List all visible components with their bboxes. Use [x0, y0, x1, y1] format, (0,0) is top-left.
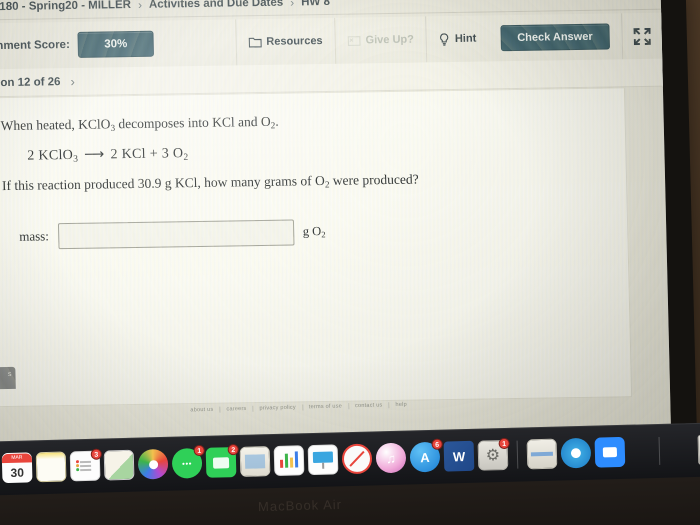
check-answer-button[interactable]: Check Answer [499, 23, 610, 52]
q-line3-pre: If this reaction produced 30.9 g KCl, ho… [1, 173, 325, 194]
calendar-day: 30 [10, 465, 25, 480]
eq-lhs-formula: KClO [38, 147, 74, 164]
footer-link-careers[interactable]: careers [220, 405, 254, 413]
dock-icon-photos[interactable] [137, 448, 169, 480]
footer-link-terms[interactable]: terms of use [302, 403, 350, 411]
eq-rhs2-sub: 2 [183, 152, 189, 163]
give-up-label: Give Up? [365, 33, 415, 47]
answer-unit: g O2 [303, 224, 326, 240]
answer-unit-pre: g O [302, 224, 322, 239]
mass-label: mass: [19, 228, 50, 244]
dock-icon-microsoft-word[interactable] [443, 440, 475, 472]
dock-icon-itunes[interactable] [375, 442, 407, 474]
eq-lhs-coeff: 2 [27, 148, 35, 164]
question-card: When heated, KClO 3 decomposes into KCl a… [0, 87, 633, 408]
resources-button[interactable]: Resources [234, 17, 336, 66]
dock-separator [658, 436, 661, 465]
messages-badge: 1 [193, 444, 205, 457]
dock-icon-reminders[interactable]: 3 [69, 448, 102, 482]
keynote-stand-glyph [322, 462, 325, 469]
assignment-score-label: signment Score: [0, 38, 70, 53]
dock-icon-do-not-disturb[interactable] [341, 443, 373, 475]
mass-input[interactable] [57, 219, 295, 250]
resources-label: Resources [266, 35, 323, 48]
question-toolbar: Resources Give Up? Hint Check Answer [234, 12, 663, 66]
expand-button[interactable] [621, 12, 663, 60]
dock-icon-chrome[interactable] [560, 437, 592, 469]
next-question-chevron-icon[interactable]: › [70, 74, 75, 89]
q-line3-post: were produced? [329, 171, 419, 188]
hint-label: Hint [454, 32, 477, 45]
dock-icon-mail[interactable] [239, 446, 271, 477]
give-up-button: Give Up? [334, 16, 427, 64]
eq-rhs2-formula: O [172, 146, 184, 162]
check-answer-wrap: Check Answer [488, 13, 622, 61]
dock-icon-system-preferences[interactable]: 1 [477, 437, 510, 471]
facetime-badge: 2 [227, 443, 239, 456]
q-line1-pre: When heated, KClO [0, 116, 111, 134]
dock-icon-keynote[interactable] [307, 444, 339, 476]
dock-icon-messages[interactable]: 1 [171, 444, 205, 479]
dock-icon-app-store[interactable]: 6 [409, 438, 443, 473]
assignment-score-badge: 30% [77, 30, 155, 58]
lightbulb-icon [439, 32, 450, 46]
expand-arrows-icon [633, 27, 651, 45]
footer-link-privacy[interactable]: privacy policy [253, 404, 303, 412]
question-statement-line1: When heated, KClO3 decomposes into KCl a… [0, 112, 278, 138]
dock-icon-notes[interactable] [35, 451, 67, 483]
eq-rhs1-formula: KCl [121, 146, 147, 163]
dock-icon-zoom[interactable] [594, 436, 626, 468]
breadcrumb-separator-icon: › [137, 0, 143, 12]
eq-rhs2-coeff: 3 [161, 146, 170, 162]
hint-button[interactable]: Hint [425, 15, 489, 63]
breadcrumb-section[interactable]: Activities and Due Dates [149, 0, 283, 11]
question-counter: estion 12 of 26 [0, 75, 61, 89]
give-up-icon [347, 35, 361, 46]
eq-rhs1-coeff: 2 [110, 147, 119, 163]
keynote-screen-glyph [312, 451, 334, 463]
app-store-badge: 6 [431, 438, 443, 450]
breadcrumb-course[interactable]: M 1180 - Spring20 - MILLER [0, 0, 131, 13]
photograph-of-laptop-screen: M 1180 - Spring20 - MILLER › Activities … [0, 0, 700, 525]
q-line1-mid: decomposes into KCl and O [114, 113, 271, 132]
dock-icon-facetime[interactable]: 2 [205, 443, 239, 478]
dock-separator [516, 440, 519, 469]
dock-icon-calendar[interactable]: MAR 30 [1, 452, 33, 484]
browser-tab-remnant[interactable]: s [0, 366, 16, 390]
footer-link-contact[interactable]: contact us [348, 402, 390, 410]
answer-unit-sub: 2 [321, 229, 326, 240]
reminders-badge: 3 [90, 448, 102, 460]
dock-icon-maps[interactable] [103, 449, 135, 481]
footer-link-about[interactable]: about us [184, 406, 221, 414]
dock-icon-numbers[interactable] [273, 445, 305, 477]
eq-plus: + [149, 146, 159, 162]
laptop-screen: M 1180 - Spring20 - MILLER › Activities … [0, 0, 672, 464]
answer-row: mass: g O2 [19, 219, 326, 250]
dock-icon-downloads[interactable] [526, 438, 558, 470]
footer-link-help[interactable]: help [389, 402, 413, 409]
reminders-glyph [79, 460, 91, 472]
system-preferences-badge: 1 [498, 437, 510, 450]
reaction-arrow-icon: ⟶ [84, 147, 105, 163]
folder-icon [248, 36, 262, 48]
calendar-month: MAR [1, 452, 32, 463]
q-line1-post: . [275, 113, 279, 129]
breadcrumb-assignment[interactable]: HW 8 [301, 0, 330, 8]
chemical-equation: 2 KClO3 ⟶ 2 KCl + 3 O2 [27, 143, 189, 167]
breadcrumb-separator-icon: › [290, 0, 295, 10]
question-statement-line3: If this reaction produced 30.9 g KCl, ho… [2, 170, 419, 198]
